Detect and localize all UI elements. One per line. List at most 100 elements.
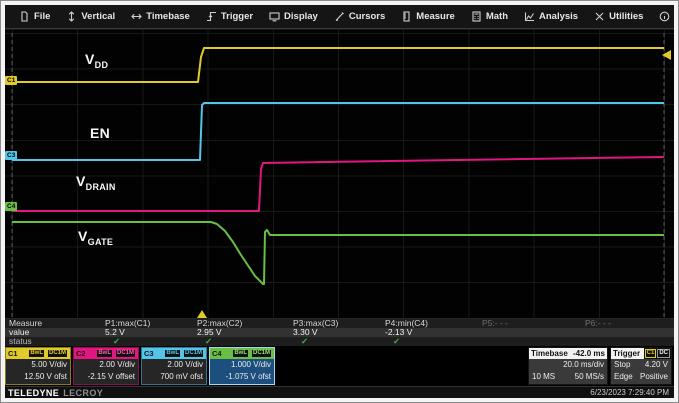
measure-p5-label[interactable]: P5:- - - xyxy=(482,319,508,328)
menu-math-label: Math xyxy=(486,11,508,22)
menu-timebase-label: Timebase xyxy=(146,11,190,22)
c2-volts-per-div: 2.00 V/div xyxy=(74,359,138,371)
measure-p1-status-check-icon: ✓ xyxy=(105,337,120,346)
c1-offset: 12.50 V ofst xyxy=(6,371,70,383)
channel-tag-c3[interactable]: C3 xyxy=(5,151,17,160)
trigger-title: Trigger xyxy=(611,348,644,359)
c4-offset: -1.075 V ofst xyxy=(210,371,274,383)
file-icon xyxy=(19,11,30,22)
vgate-label-sub: GATE xyxy=(88,237,114,247)
timebase-header: Timebase -42.0 ms xyxy=(529,348,607,359)
menu-trigger-label: Trigger xyxy=(221,11,253,22)
oscilloscope-screen: File Vertical Timebase Trigger Display C… xyxy=(5,5,674,398)
c2-header: C2 BwL DC1M xyxy=(74,348,138,359)
channel-tag-c4[interactable]: C4 xyxy=(5,202,17,211)
measure-p2-status-check-icon: ✓ xyxy=(197,337,212,346)
descriptor-bar: C1 BwL DC1M 5.00 V/div 12.50 V ofst C2 B… xyxy=(5,347,674,385)
measure-ruler-icon xyxy=(401,11,412,22)
c2-offset: -2.15 V offset xyxy=(74,371,138,383)
menu-support[interactable]: Support xyxy=(651,5,674,28)
brand-teledyne: TELEDYNE xyxy=(8,388,59,398)
channel-descriptor-c1[interactable]: C1 BwL DC1M 5.00 V/div 12.50 V ofst xyxy=(5,347,71,385)
channel-descriptor-c2[interactable]: C2 BwL DC1M 2.00 V/div -2.15 V offset xyxy=(73,347,139,385)
menu-display[interactable]: Display xyxy=(261,5,326,28)
c1-coupling-badge: DC1M xyxy=(47,349,68,358)
channel-descriptor-c3[interactable]: C3 BwL DC1M 2.00 V/div 700 mV ofst xyxy=(141,347,207,385)
vdd-label-main: V xyxy=(85,51,95,67)
screenshot-frame: File Vertical Timebase Trigger Display C… xyxy=(0,0,679,403)
vdrain-label-main: V xyxy=(76,173,86,189)
trace-label-vgate: VGATE xyxy=(78,228,113,247)
footer-bar: TELEDYNE LECROY 6/23/2023 7:29:40 PM xyxy=(5,386,674,398)
display-monitor-icon xyxy=(269,11,280,22)
cursor-pencil-icon xyxy=(334,11,345,22)
menu-timebase[interactable]: Timebase xyxy=(123,5,198,28)
math-calculator-icon xyxy=(471,11,482,22)
measure-p3-status-check-icon: ✓ xyxy=(293,337,308,346)
timebase-scale: 20.0 ms/div xyxy=(563,359,604,371)
menu-analysis[interactable]: Analysis xyxy=(516,5,586,28)
menu-measure-label: Measure xyxy=(416,11,455,22)
datetime: 6/23/2023 7:29:40 PM xyxy=(590,388,671,397)
c1-name: C1 xyxy=(8,349,26,358)
trigger-badges: C1 DC xyxy=(644,348,671,359)
menu-analysis-label: Analysis xyxy=(539,11,578,22)
trace-label-en: EN xyxy=(90,125,110,144)
menu-display-label: Display xyxy=(284,11,318,22)
trigger-type: Edge xyxy=(614,371,633,383)
trigger-edge-icon xyxy=(206,11,217,22)
trigger-position-marker[interactable] xyxy=(197,310,207,318)
menu-cursors-label: Cursors xyxy=(349,11,385,22)
trigger-level: 4.20 V xyxy=(645,359,668,371)
c3-bandwidth-badge: BwL xyxy=(164,349,181,358)
measure-value-row: value 5.2 V 2.95 V 3.30 V -2.13 V xyxy=(5,328,674,337)
menu-trigger[interactable]: Trigger xyxy=(198,5,261,28)
utilities-tools-icon xyxy=(594,11,605,22)
measure-p4-status-check-icon: ✓ xyxy=(385,337,400,346)
support-info-icon xyxy=(659,11,670,22)
timebase-body: 20.0 ms/div 10 MS 50 MS/s xyxy=(529,359,607,383)
measure-p6-label[interactable]: P6:- - - xyxy=(585,319,611,328)
menu-vertical-label: Vertical xyxy=(81,11,115,22)
c4-coupling-badge: DC1M xyxy=(251,349,272,358)
c1-body: 5.00 V/div 12.50 V ofst xyxy=(6,359,70,384)
c2-bandwidth-badge: BwL xyxy=(96,349,113,358)
timebase-delay: -42.0 ms xyxy=(573,349,605,358)
brand-lecroy: LECROY xyxy=(63,388,103,398)
trace-label-vdd: VDD xyxy=(85,51,108,70)
status-row-label: status xyxy=(9,337,32,346)
timebase-descriptor[interactable]: Timebase -42.0 ms 20.0 ms/div 10 MS 50 M… xyxy=(528,347,608,385)
c4-header: C4 BwL DC1M xyxy=(210,348,274,359)
c2-name: C2 xyxy=(76,349,94,358)
channel-tag-c1[interactable]: C1 xyxy=(5,76,17,85)
menu-cursors[interactable]: Cursors xyxy=(326,5,393,28)
trigger-descriptor[interactable]: Trigger C1 DC Stop 4.20 V Edge Positive xyxy=(610,347,672,385)
waveform-grid-area[interactable]: VDD EN VDRAIN VGATE C1 C3 C4 xyxy=(5,29,674,319)
c3-coupling-badge: DC1M xyxy=(183,349,204,358)
c3-body: 2.00 V/div 700 mV ofst xyxy=(142,359,206,384)
analysis-chart-icon xyxy=(524,11,535,22)
trigger-level-marker[interactable] xyxy=(662,50,671,60)
trigger-body: Stop 4.20 V Edge Positive xyxy=(611,359,671,383)
c1-volts-per-div: 5.00 V/div xyxy=(6,359,70,371)
trace-c1-vdd[interactable] xyxy=(12,48,664,82)
c3-offset: 700 mV ofst xyxy=(142,371,206,383)
menu-bar: File Vertical Timebase Trigger Display C… xyxy=(5,5,674,29)
c3-name: C3 xyxy=(144,349,162,358)
c4-volts-per-div: 1.000 V/div xyxy=(210,359,274,371)
menu-math[interactable]: Math xyxy=(463,5,516,28)
menu-measure[interactable]: Measure xyxy=(393,5,463,28)
c1-bandwidth-badge: BwL xyxy=(28,349,45,358)
c1-header: C1 BwL DC1M xyxy=(6,348,70,359)
vgate-label-main: V xyxy=(78,228,88,244)
channel-descriptor-c4-selected[interactable]: C4 BwL DC1M 1.000 V/div -1.075 V ofst xyxy=(209,347,275,385)
vertical-arrows-icon xyxy=(66,11,77,22)
menu-file[interactable]: File xyxy=(11,5,58,28)
menu-vertical[interactable]: Vertical xyxy=(58,5,123,28)
menu-utilities[interactable]: Utilities xyxy=(586,5,651,28)
trigger-source-badge: C1 xyxy=(645,349,657,358)
timebase-title: Timebase xyxy=(531,349,568,358)
vdd-label-sub: DD xyxy=(95,60,109,70)
c4-bandwidth-badge: BwL xyxy=(232,349,249,358)
vdrain-label-sub: DRAIN xyxy=(86,182,116,192)
